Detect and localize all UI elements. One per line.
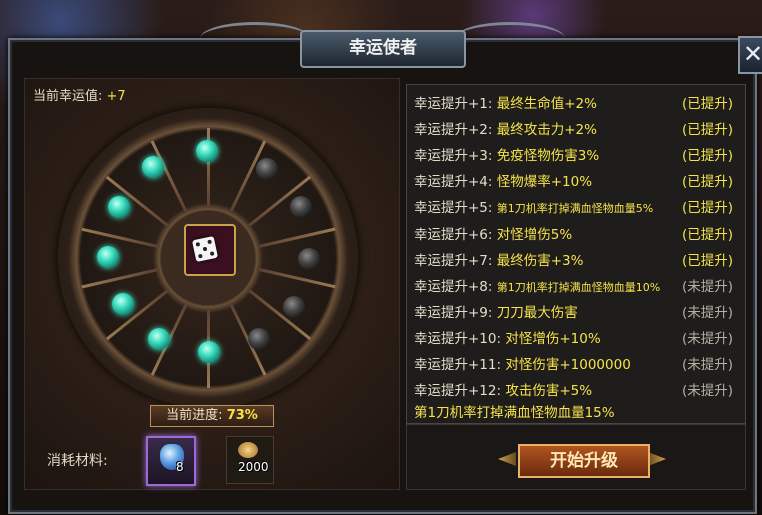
upgrade-row: 幸运提升+8: 第1刀机率打掉满血怪物血量10% (未提升) [414,274,733,300]
current-luck-value: +7 [106,89,126,104]
upgrade-level: 幸运提升+5: [414,200,493,216]
window-title: 幸运使者 [300,30,466,68]
upgrade-status: (未提升) [682,305,734,321]
upgrade-status: (已提升) [682,253,734,269]
luck-orb-empty [298,248,320,270]
start-upgrade-button[interactable]: 开始升级 [518,444,650,478]
luck-orb-empty [248,328,270,350]
upgrade-status: (已提升) [682,122,734,138]
upgrade-level: 幸运提升+1: [414,96,493,112]
gold-coin-icon [238,442,258,458]
upgrade-effect: 免疫怪物伤害3% [496,148,600,164]
upgrade-status: (未提升) [682,331,734,347]
upgrade-status: (已提升) [682,148,734,164]
progress-label: 当前进度: [166,408,223,423]
progress-value: 73% [226,408,258,423]
upgrade-row: 幸运提升+5: 第1刀机率打掉满血怪物血量5% (已提升) [414,195,733,221]
upgrade-status: (未提升) [682,383,734,399]
luck-orb-lit [108,196,130,218]
upgrade-status: (已提升) [682,96,734,112]
current-luck-label: 当前幸运值: [33,89,103,104]
upgrade-row: 幸运提升+3: 免疫怪物伤害3% (已提升) [414,143,733,169]
upgrade-status: (未提升) [682,357,734,373]
upgrade-level: 幸运提升+10: [414,331,502,347]
upgrade-row: 幸运提升+4: 怪物爆率+10% (已提升) [414,169,733,195]
luck-orb-lit [148,328,170,350]
gold-count: 2000 [238,460,269,474]
upgrade-effect: 刀刀最大伤害 [496,305,578,321]
upgrade-row: 幸运提升+9: 刀刀最大伤害 (未提升) [414,300,733,326]
upgrade-status: (已提升) [682,200,734,216]
upgrade-row: 幸运提升+6: 对怪增伤5% (已提升) [414,222,733,248]
upgrade-level: 幸运提升+3: [414,148,493,164]
upgrade-level: 幸运提升+6: [414,227,493,243]
luck-orb-empty [283,296,305,318]
luck-orb-lit [198,341,220,363]
upgrade-12-extra-effect: 第1刀机率打掉满血怪物血量15% [414,405,615,421]
upgrade-level: 幸运提升+9: [414,305,493,321]
upgrade-effect: 攻击伤害+5% [505,383,593,399]
upgrade-effect: 对怪增伤+10% [505,331,601,347]
upgrade-row: 幸运提升+1: 最终生命值+2% (已提升) [414,91,733,117]
luck-orb-lit [97,246,119,268]
upgrade-status: (已提升) [682,227,734,243]
luck-orb-lit [142,156,164,178]
current-progress: 当前进度: 73% [150,405,274,427]
close-button[interactable]: ✕ [738,36,762,74]
luck-orb-empty [256,158,278,180]
gem-count: 8 [176,460,184,474]
upgrade-level: 幸运提升+12: [414,383,502,399]
upgrade-status: (已提升) [682,174,734,190]
upgrade-effect: 最终生命值+2% [496,96,597,112]
upgrade-level: 幸运提升+2: [414,122,493,138]
upgrade-effect: 对怪增伤5% [496,227,573,243]
upgrade-level: 幸运提升+8: [414,279,493,295]
upgrade-effect: 对怪伤害+1000000 [505,357,631,373]
upgrade-level: 幸运提升+11: [414,357,502,373]
upgrade-row: 幸运提升+2: 最终攻击力+2% (已提升) [414,117,733,143]
current-luck: 当前幸运值: +7 [33,85,126,104]
upgrade-level: 幸运提升+7: [414,253,493,269]
upgrade-row: 幸运提升+11: 对怪伤害+1000000 (未提升) [414,352,733,378]
upgrade-effect: 最终伤害+3% [496,253,584,269]
upgrade-effect: 第1刀机率打掉满血怪物血量10% [496,281,661,294]
luck-orb-lit [112,293,134,315]
upgrade-level: 幸运提升+4: [414,174,493,190]
upgrade-row: 幸运提升+7: 最终伤害+3% (已提升) [414,248,733,274]
upgrade-row: 幸运提升+10: 对怪增伤+10% (未提升) [414,326,733,352]
upgrade-effect: 怪物爆率+10% [496,174,593,190]
materials-label: 消耗材料: [47,453,108,469]
upgrade-effect: 第1刀机率打掉满血怪物血量5% [496,202,654,215]
upgrade-effect: 最终攻击力+2% [496,122,597,138]
luck-orb-lit [196,140,218,162]
dice-icon [191,235,219,263]
luck-orb-empty [290,196,312,218]
upgrade-status: (未提升) [682,279,734,295]
